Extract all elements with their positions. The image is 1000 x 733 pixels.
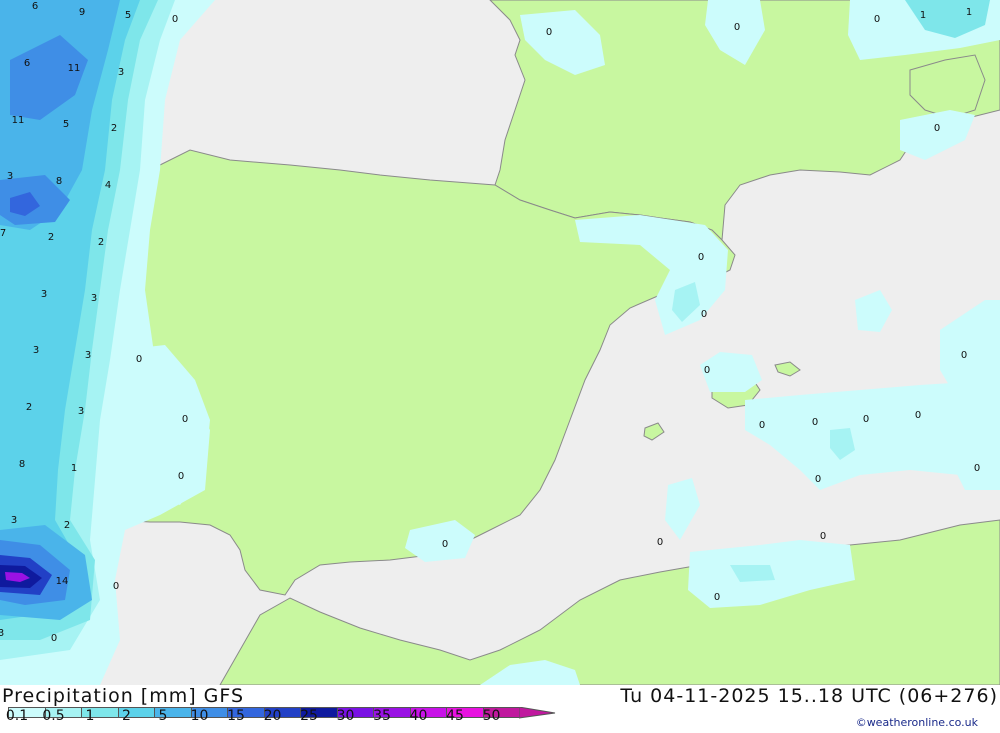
map-label: 9 xyxy=(79,7,85,18)
map-label: 6 xyxy=(32,1,38,12)
map-label: 3 xyxy=(78,406,84,417)
map-label: 0 xyxy=(812,417,818,428)
map-label: 3 xyxy=(33,345,39,356)
map-label: 0 xyxy=(815,474,821,485)
map-label: 5 xyxy=(125,10,131,21)
map-label: 2 xyxy=(26,402,32,413)
map-label: 0 xyxy=(863,414,869,425)
legend-label: 35 xyxy=(373,708,391,724)
map-label: 1 xyxy=(71,463,77,474)
map-label: 0 xyxy=(546,27,552,38)
map-label: 2 xyxy=(64,520,70,531)
map-label: 2 xyxy=(48,232,54,243)
map-label: 0 xyxy=(734,22,740,33)
map-label: 0 xyxy=(178,471,184,482)
map-label: 1 xyxy=(966,7,972,18)
map-label: 0 xyxy=(874,14,880,25)
legend-label: 0.5 xyxy=(42,708,65,724)
legend-label: 15 xyxy=(227,708,245,724)
legend-label: 50 xyxy=(482,708,501,724)
map-label: 1 xyxy=(920,10,926,21)
precipitation-map: 6 9 5 0 6 11 3 11 5 2 3 8 4 7 2 2 3 3 3 … xyxy=(0,0,1000,685)
map-label: 0 xyxy=(701,309,707,320)
map-label: 0 xyxy=(934,123,940,134)
legend-label: 1 xyxy=(85,708,95,724)
map-label: 2 xyxy=(111,123,117,134)
map-label: 3 xyxy=(118,67,124,78)
map-label: 11 xyxy=(12,115,25,126)
legend-label: 25 xyxy=(300,708,318,724)
map-label: 0 xyxy=(182,414,188,425)
legend-label: 5 xyxy=(158,708,168,724)
map-label: 4 xyxy=(105,180,111,191)
map-label: 6 xyxy=(24,58,30,69)
legend-label: 40 xyxy=(409,708,428,724)
legend-panel: Precipitation [mm] GFS Tu 04-11-2025 15.… xyxy=(0,685,1000,733)
map-label: 0 xyxy=(51,633,57,644)
map-label: 3 xyxy=(0,628,4,639)
map-label: 3 xyxy=(85,350,91,361)
map-label: 5 xyxy=(63,119,69,130)
legend-label: 0.1 xyxy=(5,708,29,724)
legend-label: 30 xyxy=(336,708,355,724)
map-label: 3 xyxy=(91,293,97,304)
map-label: 0 xyxy=(657,537,663,548)
map-label: 0 xyxy=(698,252,704,263)
map-label: 0 xyxy=(961,350,967,361)
map-label: 2 xyxy=(98,237,104,248)
map-title: Precipitation [mm] GFS xyxy=(2,685,245,707)
legend-label: 2 xyxy=(122,708,131,724)
map-label: 0 xyxy=(820,531,826,542)
map-label: 14 xyxy=(56,576,69,587)
map-label: 7 xyxy=(0,228,6,239)
legend-label: 45 xyxy=(446,708,464,724)
map-label: 0 xyxy=(136,354,142,365)
map-label: 0 xyxy=(442,539,448,550)
legend-label: 20 xyxy=(263,708,282,724)
map-label: 3 xyxy=(7,171,13,182)
map-label: 8 xyxy=(56,176,62,187)
map-label: 0 xyxy=(172,14,178,25)
valid-time: Tu 04-11-2025 15..18 UTC (06+276) xyxy=(620,685,998,707)
map-label: 11 xyxy=(68,63,81,74)
map-label: 0 xyxy=(974,463,980,474)
map-label: 3 xyxy=(41,289,47,300)
credit-link[interactable]: ©weatheronline.co.uk xyxy=(856,716,978,729)
map-label: 0 xyxy=(759,420,765,431)
map-label: 8 xyxy=(19,459,25,470)
map-label: 0 xyxy=(915,410,921,421)
legend-label: 10 xyxy=(190,708,209,724)
map-label: 0 xyxy=(714,592,720,603)
map-label: 0 xyxy=(113,581,119,592)
map-label: 3 xyxy=(11,515,17,526)
map-label: 0 xyxy=(704,365,710,376)
legend-arrow-icon xyxy=(519,707,556,719)
